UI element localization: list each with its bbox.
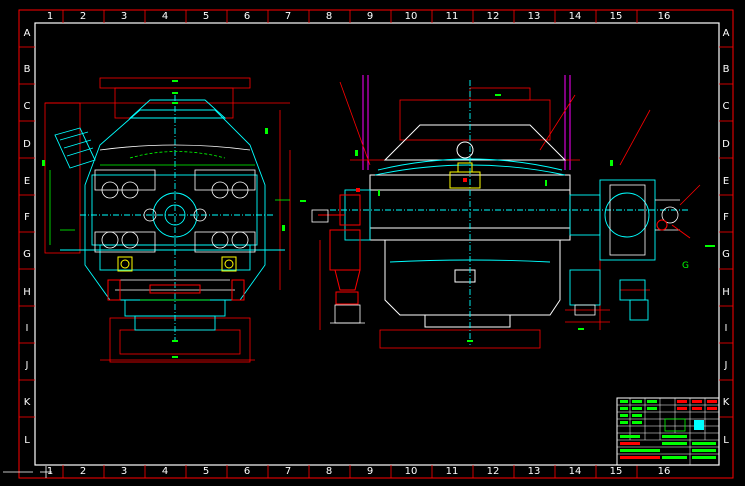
title-block bbox=[616, 397, 720, 466]
column-ticks bbox=[62, 10, 638, 478]
end-elevation-view bbox=[42, 77, 291, 363]
callout-g: G bbox=[682, 261, 689, 271]
ucs-axis-icon bbox=[3, 466, 52, 478]
drawing-sheet bbox=[3, 9, 734, 479]
inner-frame bbox=[34, 22, 720, 466]
side-elevation-view bbox=[300, 75, 715, 349]
